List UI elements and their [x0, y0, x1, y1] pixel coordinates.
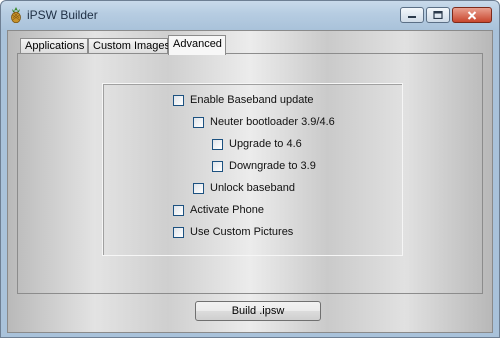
- option-upgrade-to-4-6[interactable]: Upgrade to 4.6: [212, 138, 302, 150]
- enable-baseband-update-label: Enable Baseband update: [190, 94, 314, 106]
- enable-baseband-update-checkbox[interactable]: [173, 94, 184, 106]
- downgrade-to-3-9-checkbox[interactable]: [212, 160, 223, 172]
- advanced-tab-panel: Enable Baseband update Neuter bootloader…: [17, 53, 483, 294]
- use-custom-pictures-label: Use Custom Pictures: [190, 226, 294, 238]
- close-button[interactable]: [452, 7, 492, 23]
- minimize-button[interactable]: [400, 7, 424, 23]
- option-enable-baseband-update[interactable]: Enable Baseband update: [173, 94, 314, 106]
- close-icon: [467, 10, 477, 20]
- option-unlock-baseband[interactable]: Unlock baseband: [193, 182, 295, 194]
- use-custom-pictures-checkbox[interactable]: [173, 226, 184, 238]
- upgrade-to-4-6-label: Upgrade to 4.6: [229, 138, 302, 150]
- window-title: iPSW Builder: [27, 8, 98, 22]
- maximize-icon: [433, 11, 443, 19]
- upgrade-to-4-6-checkbox[interactable]: [212, 138, 223, 150]
- downgrade-to-3-9-label: Downgrade to 3.9: [229, 160, 316, 172]
- neuter-bootloader-label: Neuter bootloader 3.9/4.6: [210, 116, 335, 128]
- client-area: Applications Custom Images Advanced Enab…: [7, 30, 493, 333]
- tab-custom-images[interactable]: Custom Images: [88, 38, 170, 54]
- build-ipsw-button[interactable]: Build .ipsw: [195, 301, 321, 321]
- activate-phone-checkbox[interactable]: [173, 204, 184, 216]
- unlock-baseband-label: Unlock baseband: [210, 182, 296, 194]
- advanced-options-group: Enable Baseband update Neuter bootloader…: [102, 83, 403, 256]
- neuter-bootloader-checkbox[interactable]: [193, 116, 204, 128]
- title-bar[interactable]: iPSW Builder: [1, 1, 499, 30]
- pineapple-icon: [11, 7, 21, 23]
- option-neuter-bootloader[interactable]: Neuter bootloader 3.9/4.6: [193, 116, 335, 128]
- tab-advanced[interactable]: Advanced: [168, 35, 226, 55]
- option-use-custom-pictures[interactable]: Use Custom Pictures: [173, 226, 293, 238]
- minimize-icon: [408, 16, 416, 18]
- option-activate-phone[interactable]: Activate Phone: [173, 204, 264, 216]
- maximize-button[interactable]: [426, 7, 450, 23]
- activate-phone-label: Activate Phone: [190, 204, 264, 216]
- app-window: iPSW Builder Applications Custom Images …: [0, 0, 500, 338]
- unlock-baseband-checkbox[interactable]: [193, 182, 204, 194]
- tab-applications[interactable]: Applications: [20, 38, 88, 54]
- option-downgrade-to-3-9[interactable]: Downgrade to 3.9: [212, 160, 316, 172]
